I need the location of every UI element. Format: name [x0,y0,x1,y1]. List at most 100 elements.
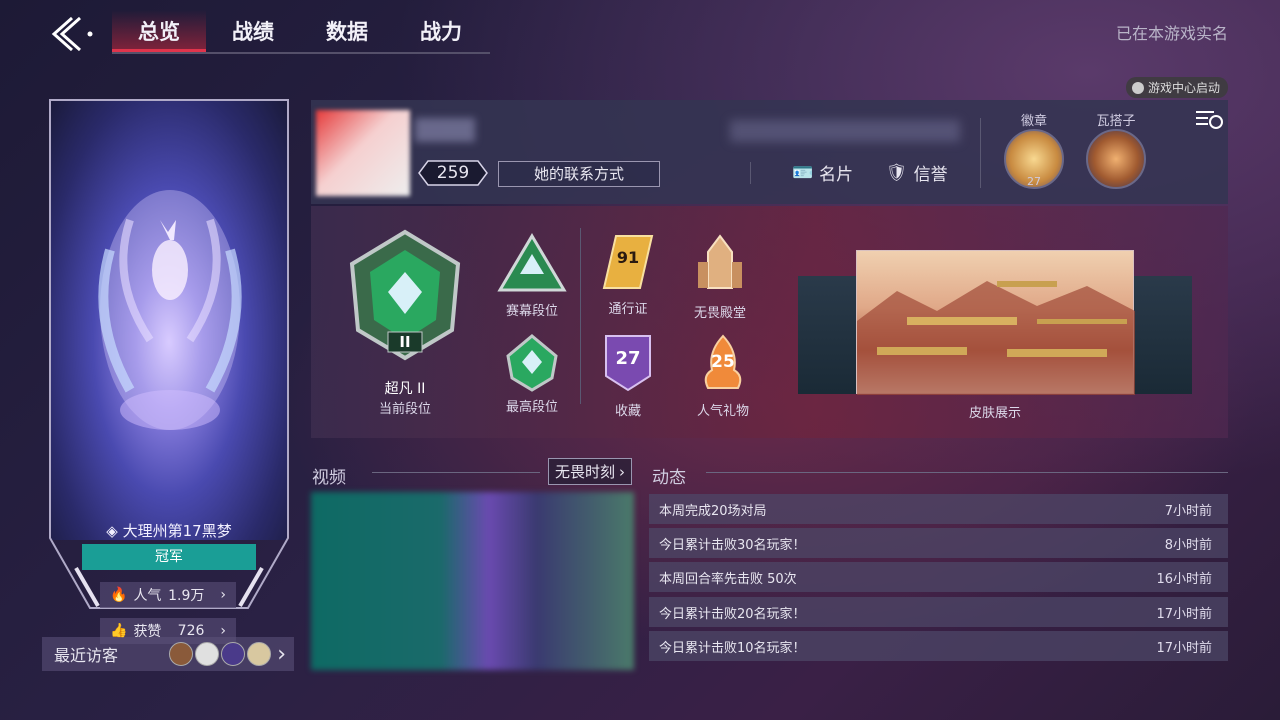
tab-data[interactable]: 数据 [300,10,394,52]
popularity-value: 1.9万 [168,588,205,604]
player-name-blurred [415,118,475,142]
activity-time: 17小时前 [1156,640,1212,656]
current-rank-label: 当前段位 [378,402,431,417]
popularity-gifts[interactable]: 25 人气礼物 [688,332,758,419]
battle-pass[interactable]: 91 通行证 [596,232,660,317]
battle-pass-value: 91 [616,248,640,267]
diamond-icon: ◈ [106,522,118,540]
season-rank-icon [497,233,567,292]
fire-icon: 🔥 [110,587,128,603]
activity-text: 今日累计击败30名玩家！ [659,537,806,553]
region-title-text: 大理州第17黑梦 [122,522,232,540]
visitor-avatar [221,642,246,666]
tab-power[interactable]: 战力 [394,10,488,52]
chevron-right-icon: › [220,587,226,603]
divider [750,162,751,184]
contact-info-button[interactable]: 她的联系方式 [498,161,660,187]
chevron-right-icon: › [277,641,286,667]
visitor-avatar [247,642,272,666]
level-value: 259 [436,163,470,183]
shield-icon: 🛡 [886,162,908,183]
divider [580,228,581,404]
highest-rank-label: 最高段位 [505,400,558,415]
id-card-icon: 🪪 [792,162,814,183]
player-avatar[interactable] [316,110,410,196]
game-center-icon [1131,81,1144,94]
tab-records[interactable]: 战绩 [206,10,300,52]
visitor-avatar [169,642,194,666]
current-rank[interactable]: II 超凡 II 当前段位 [340,228,470,417]
activity-time: 16小时前 [1156,571,1212,587]
activity-item[interactable]: 本周完成20场对局 7小时前 [649,494,1228,524]
region-title: ◈ 大理州第17黑梦 [48,520,290,541]
activity-item[interactable]: 今日累计击败30名玩家！ 8小时前 [649,528,1228,558]
badge-count: 27 [1027,175,1041,188]
partner-avatar [1086,129,1146,189]
skin-next-thumbnail[interactable] [1134,276,1192,394]
season-rank[interactable]: 赛幕段位 [496,232,568,319]
back-arrow-icon [51,16,93,52]
badge-label: 徽章 [1020,114,1047,129]
highest-rank-icon [506,334,558,392]
partner-section[interactable]: 瓦搭子 [1086,110,1146,189]
back-button[interactable] [48,14,98,54]
activity-item[interactable]: 今日累计击败20名玩家！ 17小时前 [649,597,1228,627]
name-card-button[interactable]: 🪪 名片 [792,160,854,186]
badge-section[interactable]: 徽章 27 [1004,110,1064,189]
activity-item[interactable]: 本周回合率先击败 50次 16小时前 [649,562,1228,592]
current-rank-name: 超凡 II [384,381,426,397]
tab-overview[interactable]: 总览 [112,10,206,52]
launch-badge-label: 游戏中心启动 [1147,81,1220,95]
launch-badge[interactable]: 游戏中心启动 [1125,77,1228,98]
collection-label: 收藏 [614,404,641,419]
collection-value: 27 [615,348,641,369]
recent-visitors-label: 最近访客 [54,646,119,665]
partner-label: 瓦搭子 [1096,114,1136,129]
hall-icon [698,234,742,289]
activity-text: 本周回合率先击败 50次 [659,571,797,587]
activity-text: 今日累计击败20名玩家！ [659,606,806,622]
realname-status: 已在本游戏实名 [1115,24,1228,43]
highest-rank[interactable]: 最高段位 [496,334,568,415]
popularity-label: 人气 [133,588,162,604]
activity-text: 本周完成20场对局 [659,503,767,519]
gift-label: 人气礼物 [696,404,749,419]
popularity-button[interactable]: 🔥 人气 1.9万 › [100,582,236,608]
display-settings-icon[interactable] [1188,104,1228,134]
activity-time: 7小时前 [1164,503,1212,519]
recent-visitors-button[interactable]: 最近访客 › [42,637,294,671]
fearless-hall-label: 无畏殿堂 [693,306,746,321]
skin-prev-thumbnail[interactable] [798,276,856,394]
rank-emblem-icon: II [349,229,461,361]
activity-section-title: 动态 [652,468,686,488]
battle-pass-icon: 91 [596,232,660,292]
skin-showcase-image[interactable] [856,250,1135,395]
player-info-blurred [730,120,960,142]
visitor-avatar [195,642,220,666]
top-tabs: 总览 战绩 数据 战力 [112,10,490,54]
divider [372,472,540,473]
credit-button[interactable]: 🛡 信誉 [886,160,948,186]
video-thumbnail[interactable] [311,492,634,670]
collection-icon: 27 [596,332,660,392]
season-rank-label: 赛幕段位 [505,304,558,319]
fearless-moments-button[interactable]: 无畏时刻 › [548,458,632,485]
fearless-hall[interactable]: 无畏殿堂 [688,232,752,321]
collection[interactable]: 27 收藏 [596,332,660,419]
activity-text: 今日累计击败10名玩家！ [659,640,806,656]
activity-time: 8小时前 [1164,537,1212,553]
name-card-label: 名片 [819,165,854,185]
level-badge: 259 [418,160,488,186]
divider [706,472,1228,473]
svg-text:II: II [399,333,410,351]
activity-time: 17小时前 [1156,606,1212,622]
chevron-right-icon: › [619,462,625,481]
video-section-title: 视频 [312,468,346,488]
divider [980,118,981,188]
skin-showcase-label: 皮肤展示 [968,406,1021,421]
gift-flame-icon: 25 [688,332,758,392]
battle-pass-label: 通行证 [608,302,648,317]
player-card[interactable]: ◈ 大理州第17黑梦 冠军 🔥 人气 1.9万 › 👍 获赞 726 › [48,98,290,644]
credit-label: 信誉 [913,165,948,185]
activity-item[interactable]: 今日累计击败10名玩家！ 17小时前 [649,631,1228,661]
